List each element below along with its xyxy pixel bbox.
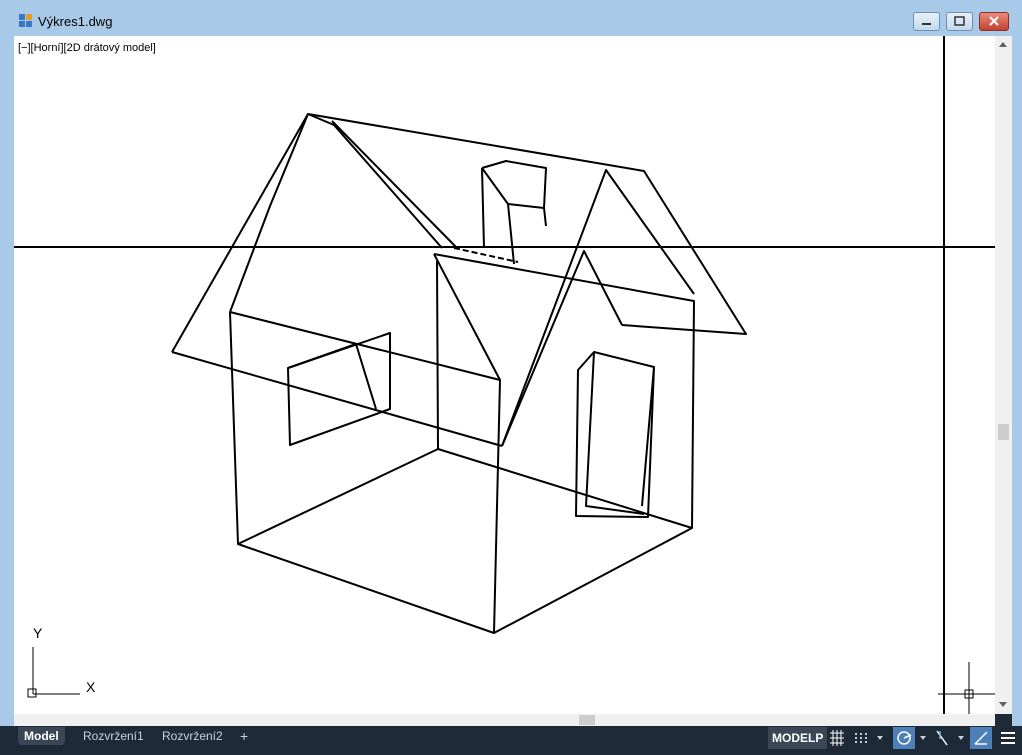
autocad-drawing-icon bbox=[19, 14, 32, 27]
isodraft-toggle[interactable] bbox=[931, 727, 953, 749]
grid-toggle[interactable] bbox=[826, 727, 848, 749]
window-frame-right bbox=[1012, 36, 1022, 726]
model-space-toggle[interactable]: MODELP bbox=[768, 727, 828, 749]
customize-menu-button[interactable] bbox=[997, 727, 1019, 749]
add-layout-tab-button[interactable]: + bbox=[234, 727, 254, 745]
house-wireframe-drawing bbox=[14, 36, 995, 714]
window-title-bar: Výkres1.dwg bbox=[0, 0, 1022, 37]
horizontal-scrollbar[interactable] bbox=[14, 714, 995, 726]
minimize-icon bbox=[922, 23, 931, 25]
ucs-x-label: X bbox=[86, 679, 96, 695]
polar-dropdown-caret-icon[interactable] bbox=[920, 736, 926, 740]
polar-tracking-icon bbox=[897, 731, 912, 745]
ucs-icon bbox=[27, 647, 80, 698]
minimize-button[interactable] bbox=[913, 12, 940, 31]
grid-icon bbox=[830, 730, 844, 746]
osnap-toggle[interactable] bbox=[970, 727, 992, 749]
polar-tracking-toggle[interactable] bbox=[893, 727, 915, 749]
scroll-up-arrow-icon[interactable] bbox=[999, 42, 1007, 47]
horizontal-scroll-thumb[interactable] bbox=[579, 715, 595, 725]
tab-rozvrzeni2[interactable]: Rozvržení2 bbox=[156, 727, 229, 745]
tab-model[interactable]: Model bbox=[18, 727, 65, 745]
restore-button[interactable] bbox=[946, 12, 973, 31]
isodraft-dropdown-caret-icon[interactable] bbox=[958, 736, 964, 740]
status-bar: Model Rozvržení1 Rozvržení2 + MODELP bbox=[0, 726, 1022, 755]
restore-icon bbox=[954, 16, 965, 26]
snap-toggle[interactable] bbox=[850, 727, 872, 749]
tab-rozvrzeni1[interactable]: Rozvržení1 bbox=[77, 727, 150, 745]
scroll-down-arrow-icon[interactable] bbox=[999, 702, 1007, 707]
snap-icon bbox=[855, 733, 867, 743]
close-button[interactable] bbox=[979, 12, 1009, 31]
vertical-scrollbar[interactable] bbox=[995, 36, 1012, 714]
drawing-viewport[interactable]: [−][Horní][2D drátový model] Y X bbox=[14, 36, 995, 714]
cursor-crosshair bbox=[938, 662, 995, 714]
customize-menu-icon bbox=[1001, 732, 1015, 744]
window-title: Výkres1.dwg bbox=[38, 14, 113, 29]
window-frame-left bbox=[0, 36, 14, 726]
osnap-icon bbox=[974, 731, 988, 745]
ucs-y-label: Y bbox=[33, 625, 43, 641]
close-icon bbox=[989, 16, 999, 26]
isodraft-icon bbox=[936, 730, 948, 746]
vertical-scroll-thumb[interactable] bbox=[998, 424, 1009, 440]
snap-dropdown-caret-icon[interactable] bbox=[877, 736, 883, 740]
